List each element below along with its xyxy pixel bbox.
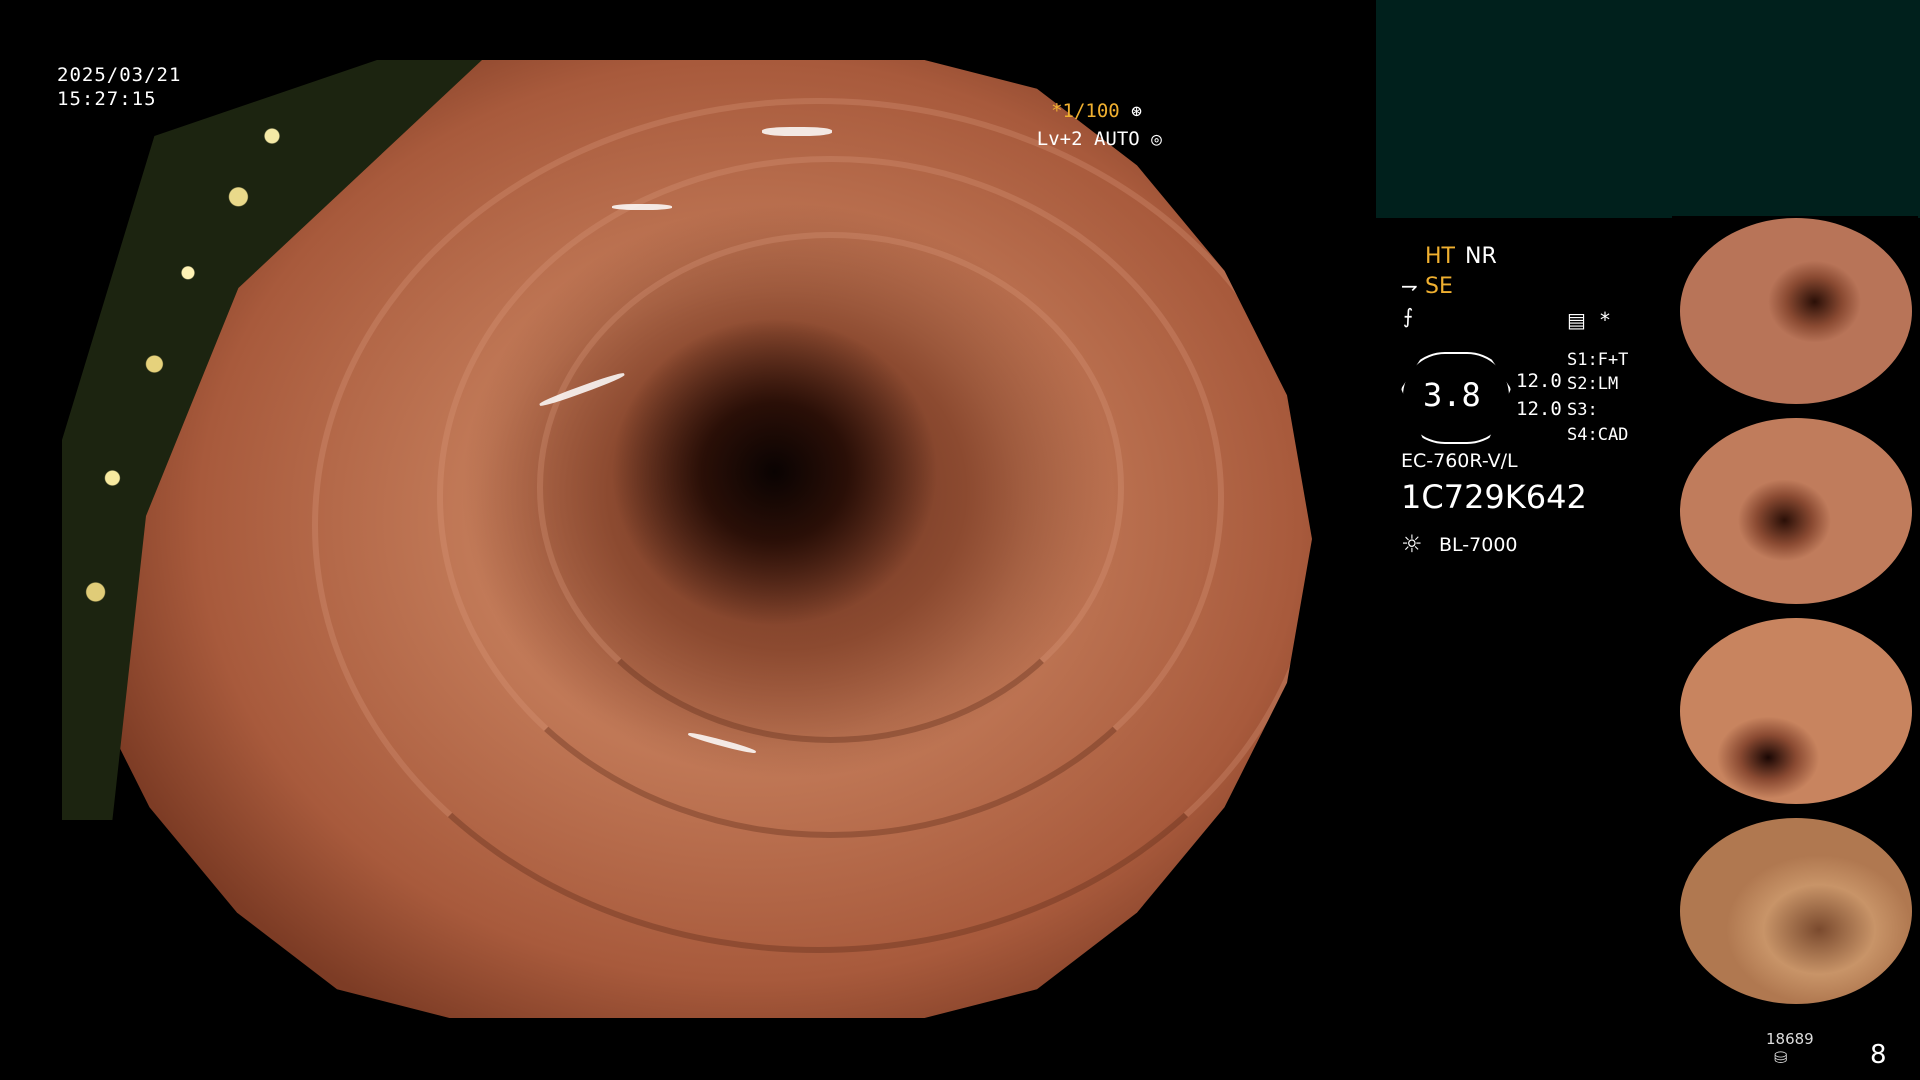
switch-s1: S1:F+T [1567, 350, 1629, 370]
stored-image-count: 18689 [1766, 1030, 1814, 1048]
mucosal-fold [312, 98, 1312, 954]
reading-value-1: 12.0 [1516, 370, 1562, 392]
nr-indicator: NR [1465, 244, 1497, 269]
record-icon: ▤ [1567, 308, 1586, 332]
filter-icon: ⨍ [1403, 304, 1414, 328]
thumbnail-image [1680, 818, 1912, 1004]
thumbnail-image [1680, 618, 1912, 804]
storage-icon: ⛁ [1774, 1048, 1788, 1067]
light-source-icon: ☼ [1401, 530, 1423, 558]
shutter-speed: *1/100 ⊛ [1051, 100, 1142, 122]
aperture-icon: ⊛ [1131, 101, 1142, 122]
captured-thumbnail[interactable] [1672, 416, 1918, 606]
exam-date: 2025/03/21 [57, 64, 182, 86]
light-reflection [612, 203, 672, 210]
light-reflection [762, 127, 832, 137]
thumbnail-image [1680, 418, 1912, 604]
captured-thumbnail[interactable] [1672, 216, 1918, 406]
structure-enhancement-icon: ⇁ [1401, 274, 1418, 298]
endoscope-view-area [0, 0, 1380, 1080]
gauge-value: 3.8 [1423, 376, 1481, 414]
thumbnail-image [1680, 218, 1912, 404]
light-source-model: BL-7000 [1439, 534, 1518, 556]
exam-time: 15:27:15 [57, 88, 157, 110]
shutter-speed-value: *1/100 [1051, 100, 1120, 122]
se-indicator: SE [1425, 274, 1453, 299]
reading-value-2: 12.0 [1516, 398, 1562, 420]
captured-thumbnail[interactable] [1672, 616, 1918, 806]
info-header-box [1376, 0, 1920, 218]
star-indicator: * [1600, 308, 1610, 332]
iris-icon: ◎ [1151, 129, 1162, 150]
scope-serial: 1C729K642 [1401, 478, 1587, 516]
switch-s2: S2:LM [1567, 374, 1619, 394]
captured-thumbnail[interactable] [1672, 816, 1918, 1006]
brightness-level-value: Lv+2 AUTO [1036, 128, 1140, 150]
scope-model: EC-760R-V/L [1401, 450, 1518, 472]
capture-count: 8 [1870, 1040, 1887, 1070]
brightness-level: Lv+2 AUTO ◎ [1037, 128, 1162, 150]
switch-s4: S4:CAD [1567, 425, 1629, 445]
scope-info-panel: HT NR ⇁ SE ⨍ ▤ * 3.8 12.0 12.0 S1:F+T S2… [1395, 240, 1655, 600]
switch-s3: S3: [1567, 400, 1598, 420]
ht-indicator: HT [1425, 244, 1455, 269]
